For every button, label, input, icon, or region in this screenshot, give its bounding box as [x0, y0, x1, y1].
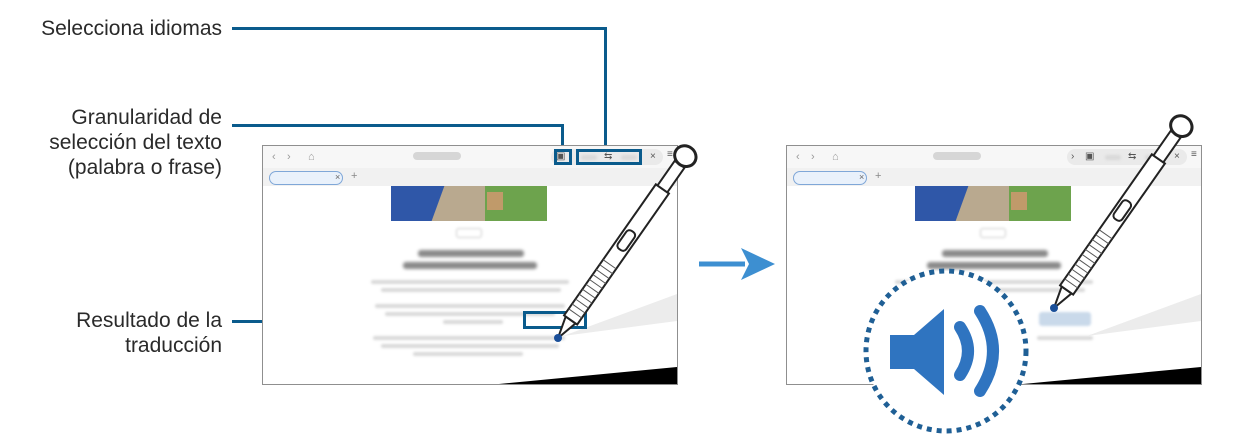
callout-translation-result: Resultado de la traducción	[76, 309, 222, 357]
leader-language-h	[232, 27, 606, 30]
callout-text-granularity: Granularidad de selección del texto (pal…	[49, 106, 222, 179]
arrow-right-icon	[699, 248, 775, 280]
callout-select-languages: Selecciona idiomas	[41, 17, 222, 40]
s-pen-icon	[1050, 114, 1194, 312]
speaker-icon[interactable]	[856, 261, 1036, 441]
leader-granularity-h	[232, 124, 564, 127]
